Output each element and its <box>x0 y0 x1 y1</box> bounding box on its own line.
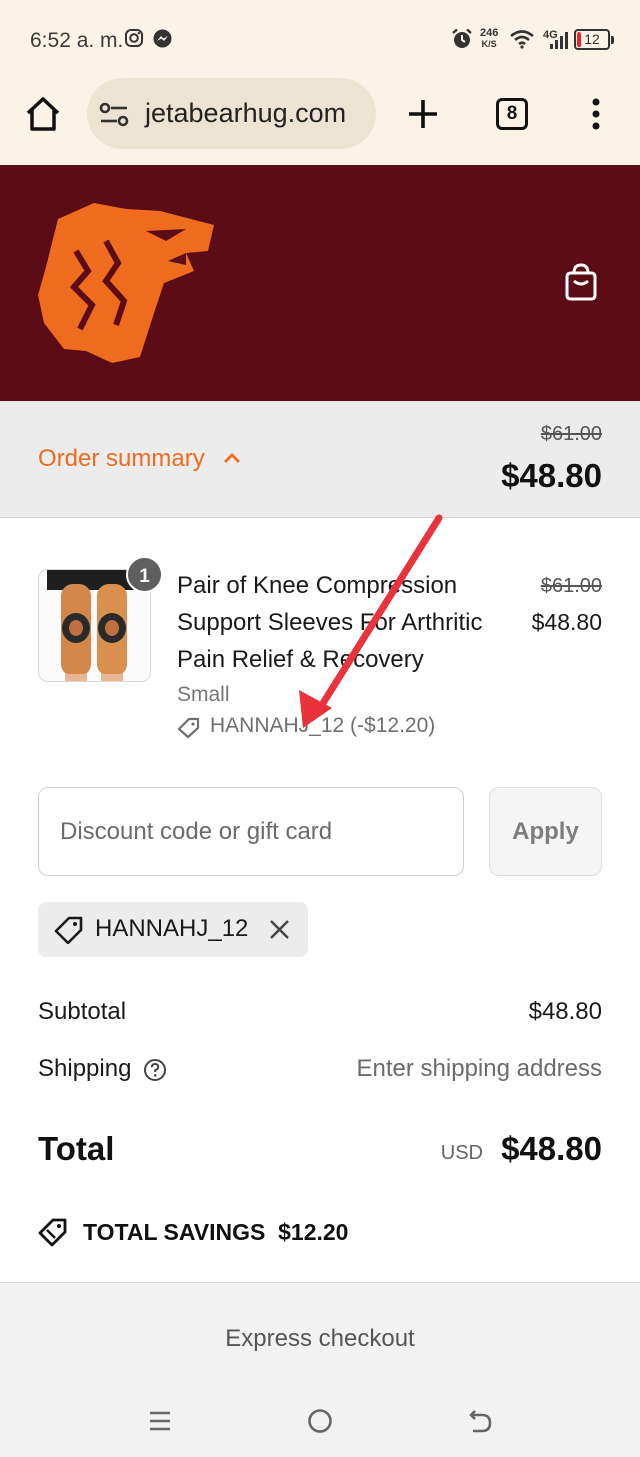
shipping-label: Shipping <box>38 1055 132 1082</box>
browser-toolbar: jetabearhug.com 8 <box>0 78 640 165</box>
tag-icon <box>54 916 83 944</box>
quantity-badge: 1 <box>126 556 163 593</box>
savings-label: TOTAL SAVINGS <box>83 1219 266 1245</box>
savings-text: TOTAL SAVINGS $12.20 <box>83 1219 348 1246</box>
site-settings-icon[interactable] <box>99 102 131 128</box>
network-speed-value: 246 <box>480 27 499 39</box>
applied-code-label: HANNAHJ_12 <box>95 915 249 942</box>
home-icon[interactable] <box>24 96 62 132</box>
wifi-icon <box>510 30 534 49</box>
status-bar: 6:52 a. m. 246 K/S 4G 12 <box>0 0 640 78</box>
site-header <box>0 165 640 401</box>
battery-indicator: 12 <box>574 29 614 50</box>
product-price: $48.80 <box>531 609 602 635</box>
help-icon[interactable] <box>143 1058 167 1082</box>
home-nav-icon[interactable] <box>307 1408 333 1434</box>
summary-original-price: $61.00 <box>540 423 602 445</box>
product-discount-text: HANNAHJ_12 (-$12.20) <box>210 714 436 737</box>
signal-icon <box>550 32 568 49</box>
url-text: jetabearhug.com <box>145 98 347 128</box>
new-tab-icon[interactable] <box>407 98 439 130</box>
tag-icon <box>177 717 200 739</box>
chevron-up-icon <box>224 453 241 463</box>
product-title: Pair of Knee Compression Support Sleeves… <box>177 572 483 673</box>
alarm-icon <box>452 28 472 48</box>
instagram-icon <box>125 29 143 47</box>
network-speed: 246 K/S <box>480 28 498 50</box>
system-nav-bar <box>0 1392 640 1457</box>
status-time: 6:52 a. m. <box>30 29 124 52</box>
subtotal-label: Subtotal <box>38 998 127 1025</box>
tab-switcher-button[interactable]: 8 <box>496 98 528 130</box>
subtotal-value: $48.80 <box>528 998 602 1025</box>
savings-value: $12.20 <box>278 1219 349 1245</box>
express-checkout-section: Express checkout <box>0 1282 640 1392</box>
discount-code-input[interactable] <box>38 787 464 876</box>
express-checkout-label: Express checkout <box>225 1325 415 1352</box>
product-original-price: $61.00 <box>540 575 602 597</box>
recent-apps-icon[interactable] <box>148 1409 172 1433</box>
order-summary-toggle[interactable]: Order summary <box>38 445 241 473</box>
applied-discount-chip: HANNAHJ_12 <box>38 902 308 957</box>
order-summary-label: Order summary <box>38 445 205 472</box>
bear-logo[interactable] <box>36 201 218 365</box>
total-label: Total <box>38 1130 115 1167</box>
apply-button[interactable]: Apply <box>489 787 602 876</box>
more-options-icon[interactable] <box>590 98 602 130</box>
shipping-value: Enter shipping address <box>356 1055 602 1082</box>
remove-discount-icon[interactable] <box>269 919 290 940</box>
total-value: $48.80 <box>501 1130 602 1167</box>
back-icon[interactable] <box>467 1408 493 1434</box>
product-variant: Small <box>177 683 230 706</box>
summary-total-price: $48.80 <box>501 457 602 494</box>
shopping-bag-icon[interactable] <box>563 263 599 301</box>
address-bar[interactable]: jetabearhug.com <box>87 78 376 149</box>
network-speed-unit: K/S <box>481 39 497 49</box>
order-summary-bar[interactable]: Order summary $61.00 $48.80 <box>0 401 640 518</box>
total-currency: USD <box>440 1142 483 1164</box>
tag-icon <box>38 1218 67 1247</box>
messenger-icon <box>153 29 172 48</box>
